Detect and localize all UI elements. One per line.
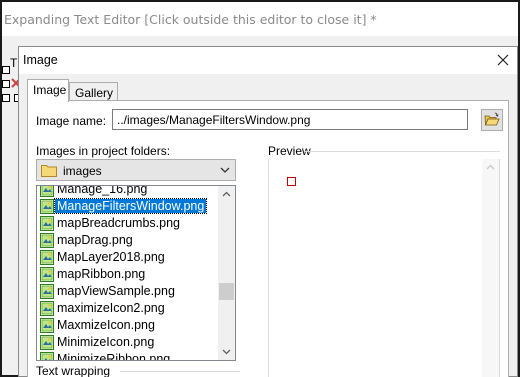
folder-dropdown[interactable]: images [36,159,236,181]
file-list-item[interactable]: ManageFiltersWindow.png [37,198,219,215]
image-file-icon [40,352,54,360]
scroll-up-button[interactable] [218,186,235,203]
browse-button[interactable] [481,109,503,131]
close-icon [497,54,509,66]
image-file-icon [40,284,54,299]
chevron-up-icon [222,191,231,197]
image-tab-panel: Image name: Images in project folders: i… [27,100,509,377]
file-list-item[interactable]: MaxmizeIcon.png [37,317,219,334]
scroll-thumb[interactable] [219,283,234,300]
resize-handle[interactable] [2,80,10,88]
background-editor-title: Expanding Text Editor [Click outside thi… [4,12,377,27]
image-file-icon [40,233,54,248]
file-name: mapBreadcrumbs.png [57,216,180,230]
file-name: mapRibbon.png [57,267,146,281]
file-name: MaxmizeIcon.png [57,318,155,332]
file-name: MapLayer2018.png [57,250,165,264]
preview-image-placeholder [287,177,296,186]
background-editor-titlebar: Expanding Text Editor [Click outside thi… [2,2,518,36]
tab-gallery[interactable]: Gallery [69,82,118,101]
preview-group-border [304,151,500,152]
dialog-title: Image [23,53,58,67]
file-list-item[interactable]: Manage_16.png [37,185,219,198]
file-list-item[interactable]: mapRibbon.png [37,266,219,283]
selected-folder: images [63,164,102,178]
resize-handle[interactable] [2,94,10,102]
file-name: ManageFiltersWindow.png [53,198,208,214]
background-editor-text-fragment: T [10,56,18,70]
preview-scrollbar[interactable] [482,159,499,377]
file-name: mapDrag.png [57,233,133,247]
file-list-item[interactable]: MinimizeRibbon.png [37,351,219,361]
file-list-item[interactable]: mapBreadcrumbs.png [37,215,219,232]
image-file-icon [40,301,54,316]
chevron-up-icon [486,164,495,170]
image-file-icon [40,216,54,231]
file-name: MinimizeIcon.png [57,335,155,349]
text-wrapping-label: Text wrapping [36,364,111,377]
preview-area [268,159,500,377]
image-name-label: Image name: [36,114,107,128]
image-file-icon [40,267,54,282]
file-list-item[interactable]: MinimizeIcon.png [37,334,219,351]
file-list-item[interactable]: mapDrag.png [37,232,219,249]
file-name: mapViewSample.png [57,284,175,298]
chevron-down-icon [220,167,230,173]
file-name: Manage_16.png [57,185,148,196]
tab-image[interactable]: Image [27,79,69,102]
file-list-items: Manage_16.png ManageFiltersWindow.png mapB… [37,185,219,361]
close-button[interactable] [493,50,513,70]
folder-icon [41,165,57,177]
open-folder-icon [484,112,500,126]
dialog-titlebar[interactable]: Image [19,47,517,74]
image-file-list[interactable]: Manage_16.png ManageFiltersWindow.png mapB… [36,185,236,361]
file-name: maximizeIcon2.png [57,301,165,315]
tab-label: Image [33,83,67,97]
scroll-down-button[interactable] [218,343,235,360]
file-name: MinimizeRibbon.png [57,352,171,361]
image-file-icon [40,186,54,197]
file-list-item[interactable]: mapViewSample.png [37,283,219,300]
image-file-icon [40,250,54,265]
tab-label: Gallery [75,86,114,100]
file-list-scrollbar[interactable] [218,186,235,360]
image-name-input[interactable] [112,109,468,130]
image-file-icon [40,318,54,333]
image-file-icon [40,335,54,350]
file-list-item[interactable]: maximizeIcon2.png [37,300,219,317]
file-list-item[interactable]: MapLayer2018.png [37,249,219,266]
text-wrapping-group-border [120,371,240,372]
resize-handle[interactable] [2,66,10,74]
chevron-down-icon [222,349,231,355]
image-file-icon [40,199,54,214]
image-dialog: Image Image Gallery Image name: Images i… [18,46,518,377]
project-folders-label: Images in project folders: [36,144,171,158]
